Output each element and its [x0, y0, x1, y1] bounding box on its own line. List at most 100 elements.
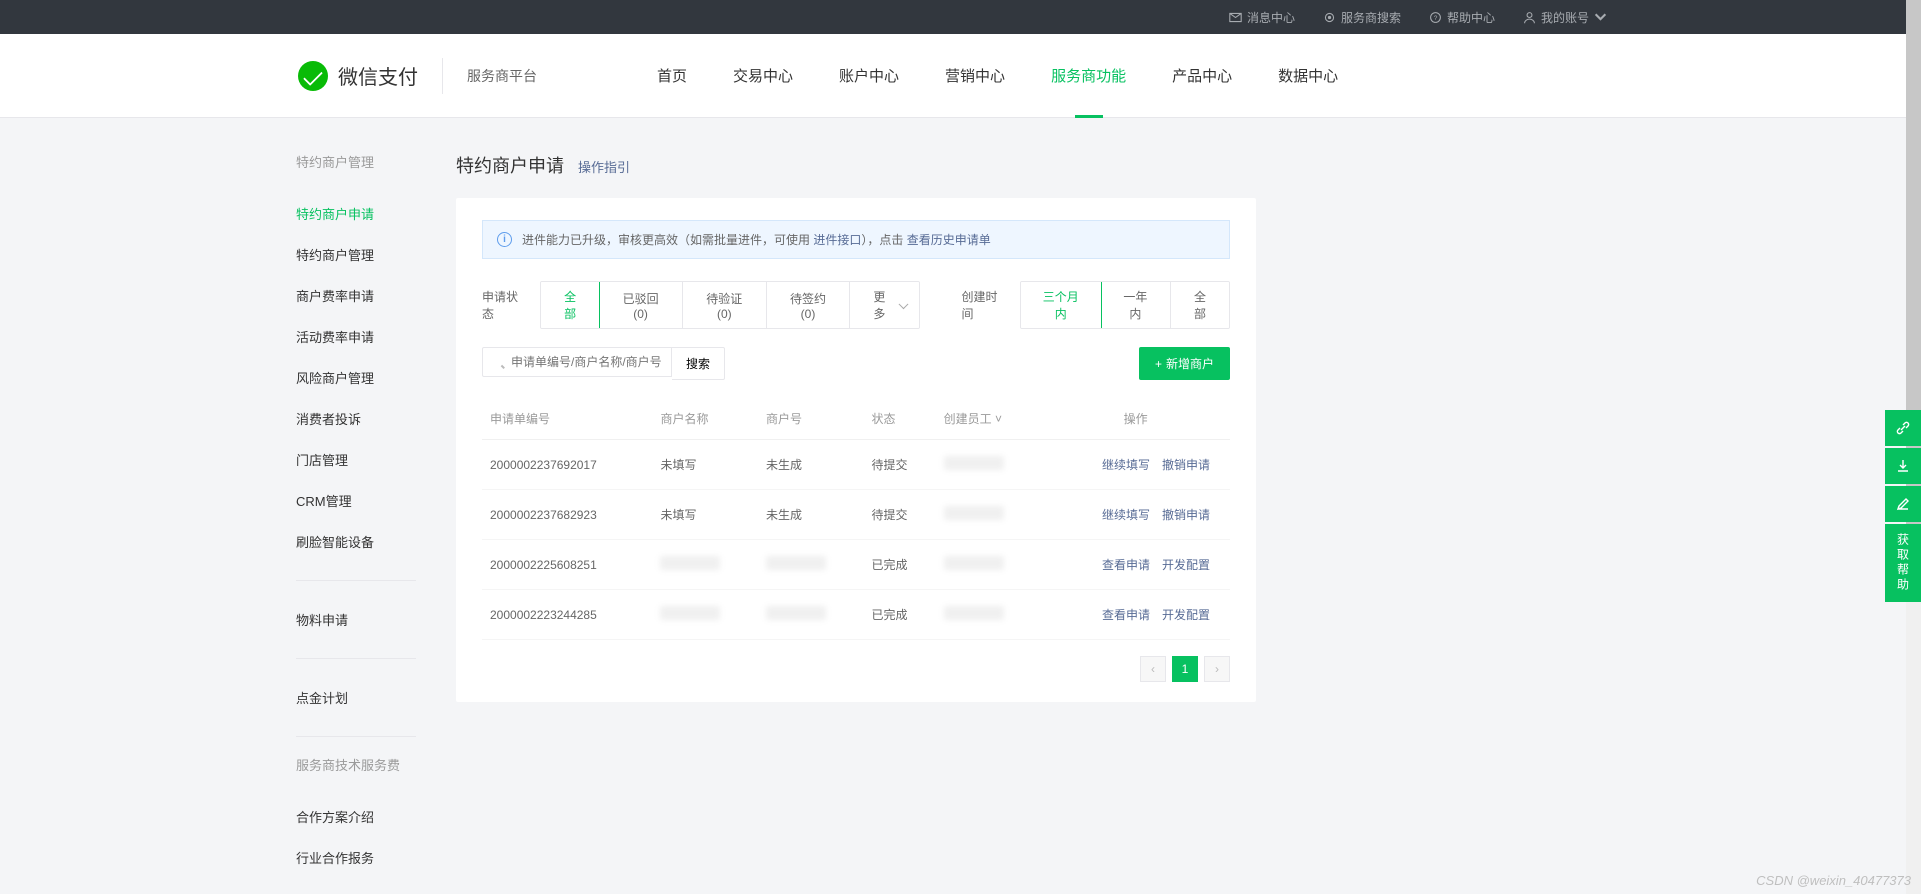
- status-tab[interactable]: 待验证(0): [683, 282, 767, 328]
- filter-row: 申请状态 全部已驳回(0)待验证(0)待签约(0)更多 创建时间 三个月内一年内…: [482, 281, 1230, 329]
- table-cell: 未生成: [758, 440, 864, 490]
- pagination: ‹ 1 ›: [482, 656, 1230, 682]
- sidebar-item[interactable]: 刷脸智能设备: [296, 521, 416, 562]
- page-next[interactable]: ›: [1204, 656, 1230, 682]
- float-edit-button[interactable]: [1885, 486, 1921, 522]
- sidebar-item[interactable]: 特约商户管理: [296, 234, 416, 275]
- divider: [296, 580, 416, 581]
- info-banner: i 进件能力已升级，审核更高效（如需批量进件，可使用 进件接口），点击 查看历史…: [482, 220, 1230, 259]
- search-row: 搜索 + 新增商户: [482, 347, 1230, 380]
- table-cell: 未生成: [758, 490, 864, 540]
- sidebar-item[interactable]: 活动费率申请: [296, 316, 416, 357]
- float-link-button[interactable]: [1885, 410, 1921, 446]
- help-icon: ?: [1429, 11, 1442, 24]
- nav-item[interactable]: 数据中心: [1278, 34, 1338, 118]
- divider: [296, 658, 416, 659]
- table-cell: [936, 490, 1042, 540]
- account-label: 我的账号: [1541, 9, 1589, 26]
- status-tab[interactable]: 全部: [540, 281, 600, 329]
- plus-icon: +: [1155, 357, 1162, 371]
- content-card: i 进件能力已升级，审核更高效（如需批量进件，可使用 进件接口），点击 查看历史…: [456, 198, 1256, 702]
- nav-item[interactable]: 首页: [657, 34, 687, 118]
- table-cell: [652, 540, 758, 590]
- table-header-cell: 申请单编号: [482, 398, 652, 440]
- sidebar-item[interactable]: 行业合作报务: [296, 837, 416, 878]
- status-tab[interactable]: 已驳回(0): [599, 282, 683, 328]
- info-icon: i: [497, 232, 512, 247]
- time-tab[interactable]: 全部: [1171, 282, 1229, 328]
- table-cell: [936, 590, 1042, 640]
- page-current[interactable]: 1: [1172, 656, 1198, 682]
- status-tab[interactable]: 待签约(0): [767, 282, 851, 328]
- action-link[interactable]: 查看申请: [1102, 558, 1150, 572]
- sidebar-item[interactable]: 特约商户申请: [296, 193, 416, 234]
- page-prev[interactable]: ‹: [1140, 656, 1166, 682]
- sidebar-item[interactable]: 点金计划: [296, 677, 416, 718]
- main-nav: 首页交易中心账户中心营销中心服务商功能产品中心数据中心: [657, 34, 1338, 118]
- status-tab[interactable]: 更多: [850, 282, 918, 328]
- table-cell: 未填写: [652, 440, 758, 490]
- add-merchant-button[interactable]: + 新增商户: [1139, 347, 1230, 380]
- action-link[interactable]: 继续填写: [1102, 458, 1150, 472]
- action-link[interactable]: 继续填写: [1102, 508, 1150, 522]
- table-header-cell: 商户号: [758, 398, 864, 440]
- float-download-button[interactable]: [1885, 448, 1921, 484]
- help-center-link[interactable]: ? 帮助中心: [1415, 9, 1509, 26]
- sidebar-item[interactable]: 物料申请: [296, 599, 416, 640]
- sidebar-item[interactable]: CRM管理: [296, 480, 416, 521]
- nav-item[interactable]: 产品中心: [1172, 34, 1232, 118]
- search-box: 搜索: [482, 347, 725, 380]
- logo[interactable]: 微信支付: [298, 58, 443, 94]
- sidebar-item[interactable]: 商户费率申请: [296, 275, 416, 316]
- nav-item[interactable]: 交易中心: [733, 34, 793, 118]
- wechat-pay-icon: [298, 61, 328, 91]
- api-link[interactable]: 进件接口: [813, 233, 861, 247]
- table-cell: [758, 540, 864, 590]
- help-label: 帮助中心: [1447, 9, 1495, 26]
- table-cell-actions: 继续填写撤销申请: [1041, 490, 1230, 540]
- time-tabs: 三个月内一年内全部: [1020, 281, 1230, 329]
- account-menu[interactable]: 我的账号: [1509, 9, 1621, 26]
- action-link[interactable]: 撤销申请: [1162, 458, 1210, 472]
- action-link[interactable]: 开发配置: [1162, 608, 1210, 622]
- table-cell: 待提交: [863, 440, 935, 490]
- time-tab[interactable]: 三个月内: [1020, 281, 1102, 329]
- sidebar-item[interactable]: 消费者投诉: [296, 398, 416, 439]
- divider: [296, 736, 416, 737]
- table-cell-actions: 查看申请开发配置: [1041, 540, 1230, 590]
- search-input[interactable]: [482, 347, 672, 377]
- msg-center-link[interactable]: 消息中心: [1215, 9, 1309, 26]
- nav-item[interactable]: 营销中心: [945, 34, 1005, 118]
- action-link[interactable]: 查看申请: [1102, 608, 1150, 622]
- action-link[interactable]: 开发配置: [1162, 558, 1210, 572]
- provider-search-link[interactable]: 服务商搜索: [1309, 9, 1415, 26]
- time-tab[interactable]: 一年内: [1101, 282, 1171, 328]
- nav-item[interactable]: 服务商功能: [1051, 34, 1126, 118]
- float-help-button[interactable]: 获取帮助: [1885, 524, 1921, 602]
- main-content: 特约商户申请 操作指引 i 进件能力已升级，审核更高效（如需批量进件，可使用 进…: [456, 152, 1256, 878]
- target-icon: [1323, 11, 1336, 24]
- table-row: 2000002237682923未填写未生成待提交继续填写撤销申请: [482, 490, 1230, 540]
- guide-link[interactable]: 操作指引: [578, 157, 630, 176]
- search-button[interactable]: 搜索: [672, 347, 725, 380]
- table-cell-actions: 查看申请开发配置: [1041, 590, 1230, 640]
- sidebar-item[interactable]: 门店管理: [296, 439, 416, 480]
- sidebar-item[interactable]: 合作方案介绍: [296, 796, 416, 837]
- user-icon: [1523, 11, 1536, 24]
- banner-text: 进件能力已升级，审核更高效（如需批量进件，可使用 进件接口），点击 查看历史申请…: [522, 231, 991, 248]
- table-header-cell[interactable]: 创建员工 ˅: [936, 398, 1042, 440]
- nav-item[interactable]: 账户中心: [839, 34, 899, 118]
- svg-text:?: ?: [1434, 14, 1438, 21]
- table-cell: 未填写: [652, 490, 758, 540]
- table-cell: 2000002225608251: [482, 540, 652, 590]
- sidebar-group-title-1: 特约商户管理: [296, 152, 416, 171]
- header: 微信支付 服务商平台 首页交易中心账户中心营销中心服务商功能产品中心数据中心: [0, 34, 1921, 118]
- table-row: 2000002225608251已完成查看申请开发配置: [482, 540, 1230, 590]
- table-row: 2000002237692017未填写未生成待提交继续填写撤销申请: [482, 440, 1230, 490]
- table-cell: [758, 590, 864, 640]
- float-tools: 获取帮助: [1885, 410, 1921, 602]
- search-label: 服务商搜索: [1341, 9, 1401, 26]
- action-link[interactable]: 撤销申请: [1162, 508, 1210, 522]
- history-link[interactable]: 查看历史申请单: [907, 233, 991, 247]
- sidebar-item[interactable]: 风险商户管理: [296, 357, 416, 398]
